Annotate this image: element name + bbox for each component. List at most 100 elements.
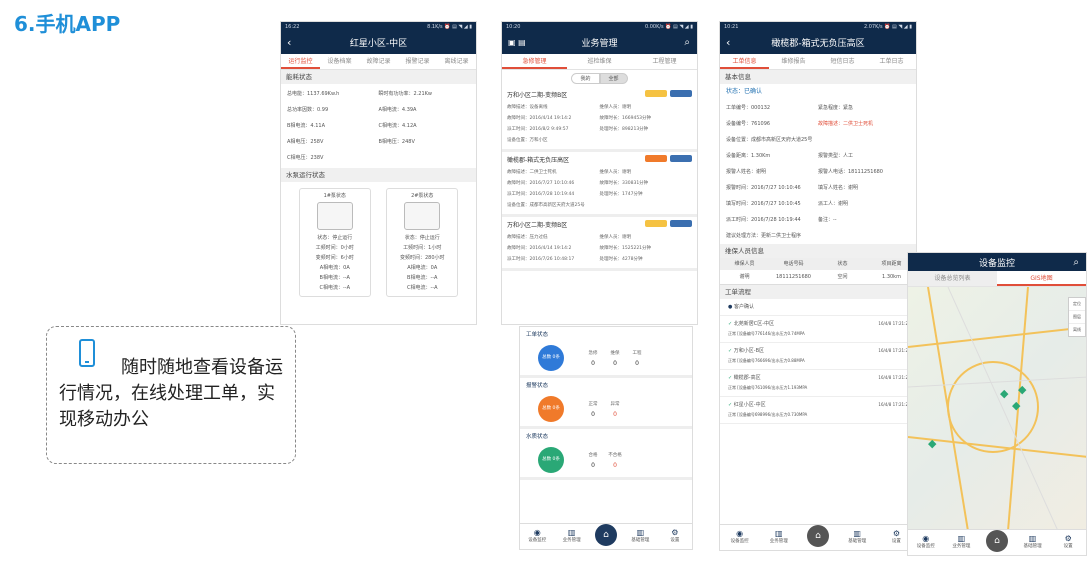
screen-business: 10:20 0.00K/s ⏰ ▤ ◥ ◢ ▮ ▣ ▤ 业务管理 ⌕ 急修管理 巡检维… bbox=[501, 21, 698, 325]
nav-business[interactable]: ▥ 业务管理 bbox=[554, 524, 588, 549]
tab-offline-records[interactable]: 离线记录 bbox=[437, 54, 476, 69]
dash-water-quality[interactable]: 水质状态 总数 0条 合格 0 不合格 0 bbox=[520, 429, 692, 480]
pump-card-2[interactable]: 2#泵状态 状态：停止运行 工频时间：1小时 变频时间：280小时 A相电流：0… bbox=[386, 188, 459, 297]
data-row: 设备距离：1.30Km 报警类型：人工 bbox=[726, 153, 854, 159]
data-row: C相电压：238V bbox=[287, 155, 324, 161]
tab-repair-report[interactable]: 维修报告 bbox=[769, 54, 818, 69]
list-item[interactable]: ✓ 橄榄郡-高区 16/4/8 17:21:2 正常 [设备编号761096/出水压… bbox=[720, 370, 916, 397]
dash-work-orders[interactable]: 工单状态 总数 0条 急修 0 维保 0 工程 0 bbox=[520, 327, 692, 378]
search-icon[interactable]: ⌕ bbox=[684, 37, 690, 48]
section-basic-info: 基本信息 bbox=[720, 70, 916, 84]
list-item[interactable]: 万和小区二期-变频B区 故障描述：压力过低 维保人员：谢明 故障时间：2016/4… bbox=[502, 217, 697, 271]
data-row: 建议处理方法：更新二供卫士程序 bbox=[726, 233, 802, 239]
tab-project[interactable]: 工程管理 bbox=[632, 54, 697, 69]
offline-button[interactable]: 离线 bbox=[1069, 323, 1085, 336]
nav-monitor[interactable]: ◉ 设备监控 bbox=[720, 525, 759, 550]
app-bar: ‹ 红星小区-中区 bbox=[281, 31, 476, 54]
toggle-all[interactable]: 全部 bbox=[599, 73, 628, 84]
status-bar: 10:21 2.07K/s ⏰ ▤ ◥ ◢ ▮ bbox=[720, 22, 916, 31]
map-side-tools: 定位 图层 离线 bbox=[1068, 297, 1086, 337]
eye-icon: ◉ bbox=[922, 534, 930, 543]
map-pin-icon[interactable]: ◆ bbox=[1012, 399, 1020, 412]
screen-order-detail: 10:21 2.07K/s ⏰ ▤ ◥ ◢ ▮ ‹ 橄榄郡-箱式无负压高区 工单信息… bbox=[719, 21, 917, 551]
layer-button[interactable]: 图层 bbox=[1069, 310, 1085, 323]
nav-business[interactable]: ▥ 业务管理 bbox=[759, 525, 798, 550]
slide-title: 6.手机APP bbox=[14, 12, 121, 36]
list-item[interactable]: 万和小区二期-变频B区 故障描述：设备离线 维保人员：谢明 故障时间：2016/4… bbox=[502, 87, 697, 152]
nav-basic[interactable]: ▥ 基础管理 bbox=[838, 525, 877, 550]
home-button[interactable]: ⌂ bbox=[986, 530, 1008, 552]
page-title: 橄榄郡-箱式无负压高区 bbox=[771, 39, 865, 49]
tab-device-archive[interactable]: 设备档案 bbox=[320, 54, 359, 69]
search-icon[interactable]: ⌕ bbox=[1073, 257, 1079, 268]
data-row: 派工时间：2016/7/28 10:19:44 备注：-- bbox=[726, 217, 837, 223]
nav-settings[interactable]: ⚙ 设置 bbox=[1050, 530, 1086, 555]
eye-icon: ◉ bbox=[736, 529, 744, 538]
screen-monitoring: 16:22 8.1K/s ⏰ ▤ ◥ ◢ ▮ ‹ 红星小区-中区 运行监控 设备档案… bbox=[280, 21, 477, 325]
dash-alarms[interactable]: 报警状态 总数 0条 正常 0 异常 0 bbox=[520, 378, 692, 429]
list-item[interactable]: 橄榄郡-箱式无负压高区 故障描述：二供卫士死机 维保人员：谢明 故障时间：2016… bbox=[502, 152, 697, 217]
callout-box: 随时随地查看设备运行情况，在线处理工单，实现移动办公 bbox=[46, 326, 296, 464]
map-pin-icon[interactable]: ◆ bbox=[928, 437, 936, 450]
nav-settings[interactable]: ⚙ 设置 bbox=[658, 524, 692, 549]
phone-icon bbox=[79, 339, 95, 367]
app-bar: ▣ ▤ 业务管理 ⌕ bbox=[502, 31, 697, 54]
status-icons: 8.1K/s ⏰ ▤ ◥ ◢ ▮ bbox=[427, 23, 472, 30]
pump-icon bbox=[404, 202, 441, 230]
home-button[interactable]: ⌂ bbox=[595, 524, 617, 546]
nav-business[interactable]: ▥ 业务管理 bbox=[944, 530, 980, 555]
list-item[interactable]: ✓ 北苑新居C区-中区 16/4/8 17:21:2 正常 [设备编号776146/… bbox=[720, 316, 916, 343]
tab-run-monitor[interactable]: 运行监控 bbox=[281, 54, 320, 69]
tab-order-log[interactable]: 工单日志 bbox=[867, 54, 916, 69]
tab-gis-map[interactable]: GIS地图 bbox=[997, 271, 1086, 286]
section-staff: 维保人员信息 bbox=[720, 244, 916, 258]
section-energy: 能耗状态 bbox=[281, 70, 476, 84]
tab-sms-log[interactable]: 短信日志 bbox=[818, 54, 867, 69]
nav-basic[interactable]: ▥ 基础管理 bbox=[623, 524, 657, 549]
tab-repair[interactable]: 急修管理 bbox=[502, 54, 567, 69]
list-item[interactable]: ✓ 万和小区-B区 16/4/8 17:21:2 正常 [设备编号766696/出水… bbox=[720, 343, 916, 370]
nav-monitor[interactable]: ◉ 设备监控 bbox=[908, 530, 944, 555]
app-bar: 设备监控 ⌕ bbox=[908, 253, 1086, 271]
list-item[interactable]: ✓ 红星小区-中区 16/4/8 17:21:2 正常 [设备编号698996/出水… bbox=[720, 397, 916, 424]
status-time: 16:22 bbox=[285, 23, 300, 30]
tab-bar: 运行监控 设备档案 故障记录 报警记录 离线记录 bbox=[281, 54, 476, 70]
nav-basic[interactable]: ▥ 基础管理 bbox=[1015, 530, 1051, 555]
tab-device-list[interactable]: 设备总览列表 bbox=[908, 271, 997, 286]
data-row: A相电压：258V B相电压：248V bbox=[287, 139, 415, 145]
data-row: 总功率因数：0.99 A相电流：4.39A bbox=[287, 107, 417, 113]
data-row: 报警时间：2016/7/27 10:10:46 填写人姓名：谢明 bbox=[726, 185, 859, 191]
map-area[interactable]: ◆ ◆ ◆ ◆ 定位 图层 离线 bbox=[908, 286, 1086, 532]
screen-gis-map: 设备监控 ⌕ 设备总览列表 GIS地图 ◆ ◆ ◆ ◆ 定位 图层 离线 ◉ 设备监… bbox=[907, 252, 1087, 556]
screen-dashboard: 工单状态 总数 0条 急修 0 维保 0 工程 0 报警状态 总数 0条 正常 0 异常… bbox=[519, 326, 693, 550]
locate-button[interactable]: 定位 bbox=[1069, 298, 1085, 310]
tab-order-info[interactable]: 工单信息 bbox=[720, 54, 769, 69]
back-icon[interactable]: ‹ bbox=[726, 36, 730, 49]
tab-fault-records[interactable]: 故障记录 bbox=[359, 54, 398, 69]
scan-icon[interactable]: ▣ ▤ bbox=[508, 38, 526, 47]
book-icon: ▥ bbox=[1028, 534, 1037, 543]
map-pin-icon[interactable]: ◆ bbox=[1000, 387, 1008, 400]
page-title: 设备监控 bbox=[978, 258, 1015, 269]
map-pin-icon[interactable]: ◆ bbox=[1018, 383, 1026, 396]
data-row: 填写时间：2016/7/27 10:10:45 派工人：谢明 bbox=[726, 201, 849, 207]
home-button[interactable]: ⌂ bbox=[807, 525, 829, 547]
tab-alarm-records[interactable]: 报警记录 bbox=[398, 54, 437, 69]
pump-icon bbox=[316, 202, 353, 230]
book-icon: ▥ bbox=[775, 529, 783, 538]
tab-inspect[interactable]: 巡检维保 bbox=[567, 54, 632, 69]
data-row: 总电能：1137.69Kw.h 瞬时有功功率：2.21Kw bbox=[287, 91, 433, 97]
back-icon[interactable]: ‹ bbox=[287, 36, 291, 49]
map-roads bbox=[908, 286, 1086, 532]
tab-bar: 急修管理 巡检维保 工程管理 bbox=[502, 54, 697, 70]
toggle-mine[interactable]: 我的 bbox=[571, 73, 600, 84]
data-row: 工单编号：000132 紧急程度：紧急 bbox=[726, 105, 854, 111]
book-icon: ▥ bbox=[567, 528, 576, 537]
tab-bar: 设备总览列表 GIS地图 bbox=[908, 271, 1086, 287]
page-title: 业务管理 bbox=[581, 39, 618, 49]
pump-card-1[interactable]: 1#泵状态 状态：停止运行 工频时间：0小时 变频时间：6小时 A相电流：0A … bbox=[298, 188, 371, 297]
data-row: B相电流：4.11A C相电流：4.12A bbox=[287, 123, 417, 129]
data-row: 设备编号：761096 故障描述：二供卫士死机 bbox=[726, 121, 874, 127]
nav-monitor[interactable]: ◉ 设备监控 bbox=[520, 524, 554, 549]
order-state: 状态：已确认 bbox=[726, 88, 763, 95]
